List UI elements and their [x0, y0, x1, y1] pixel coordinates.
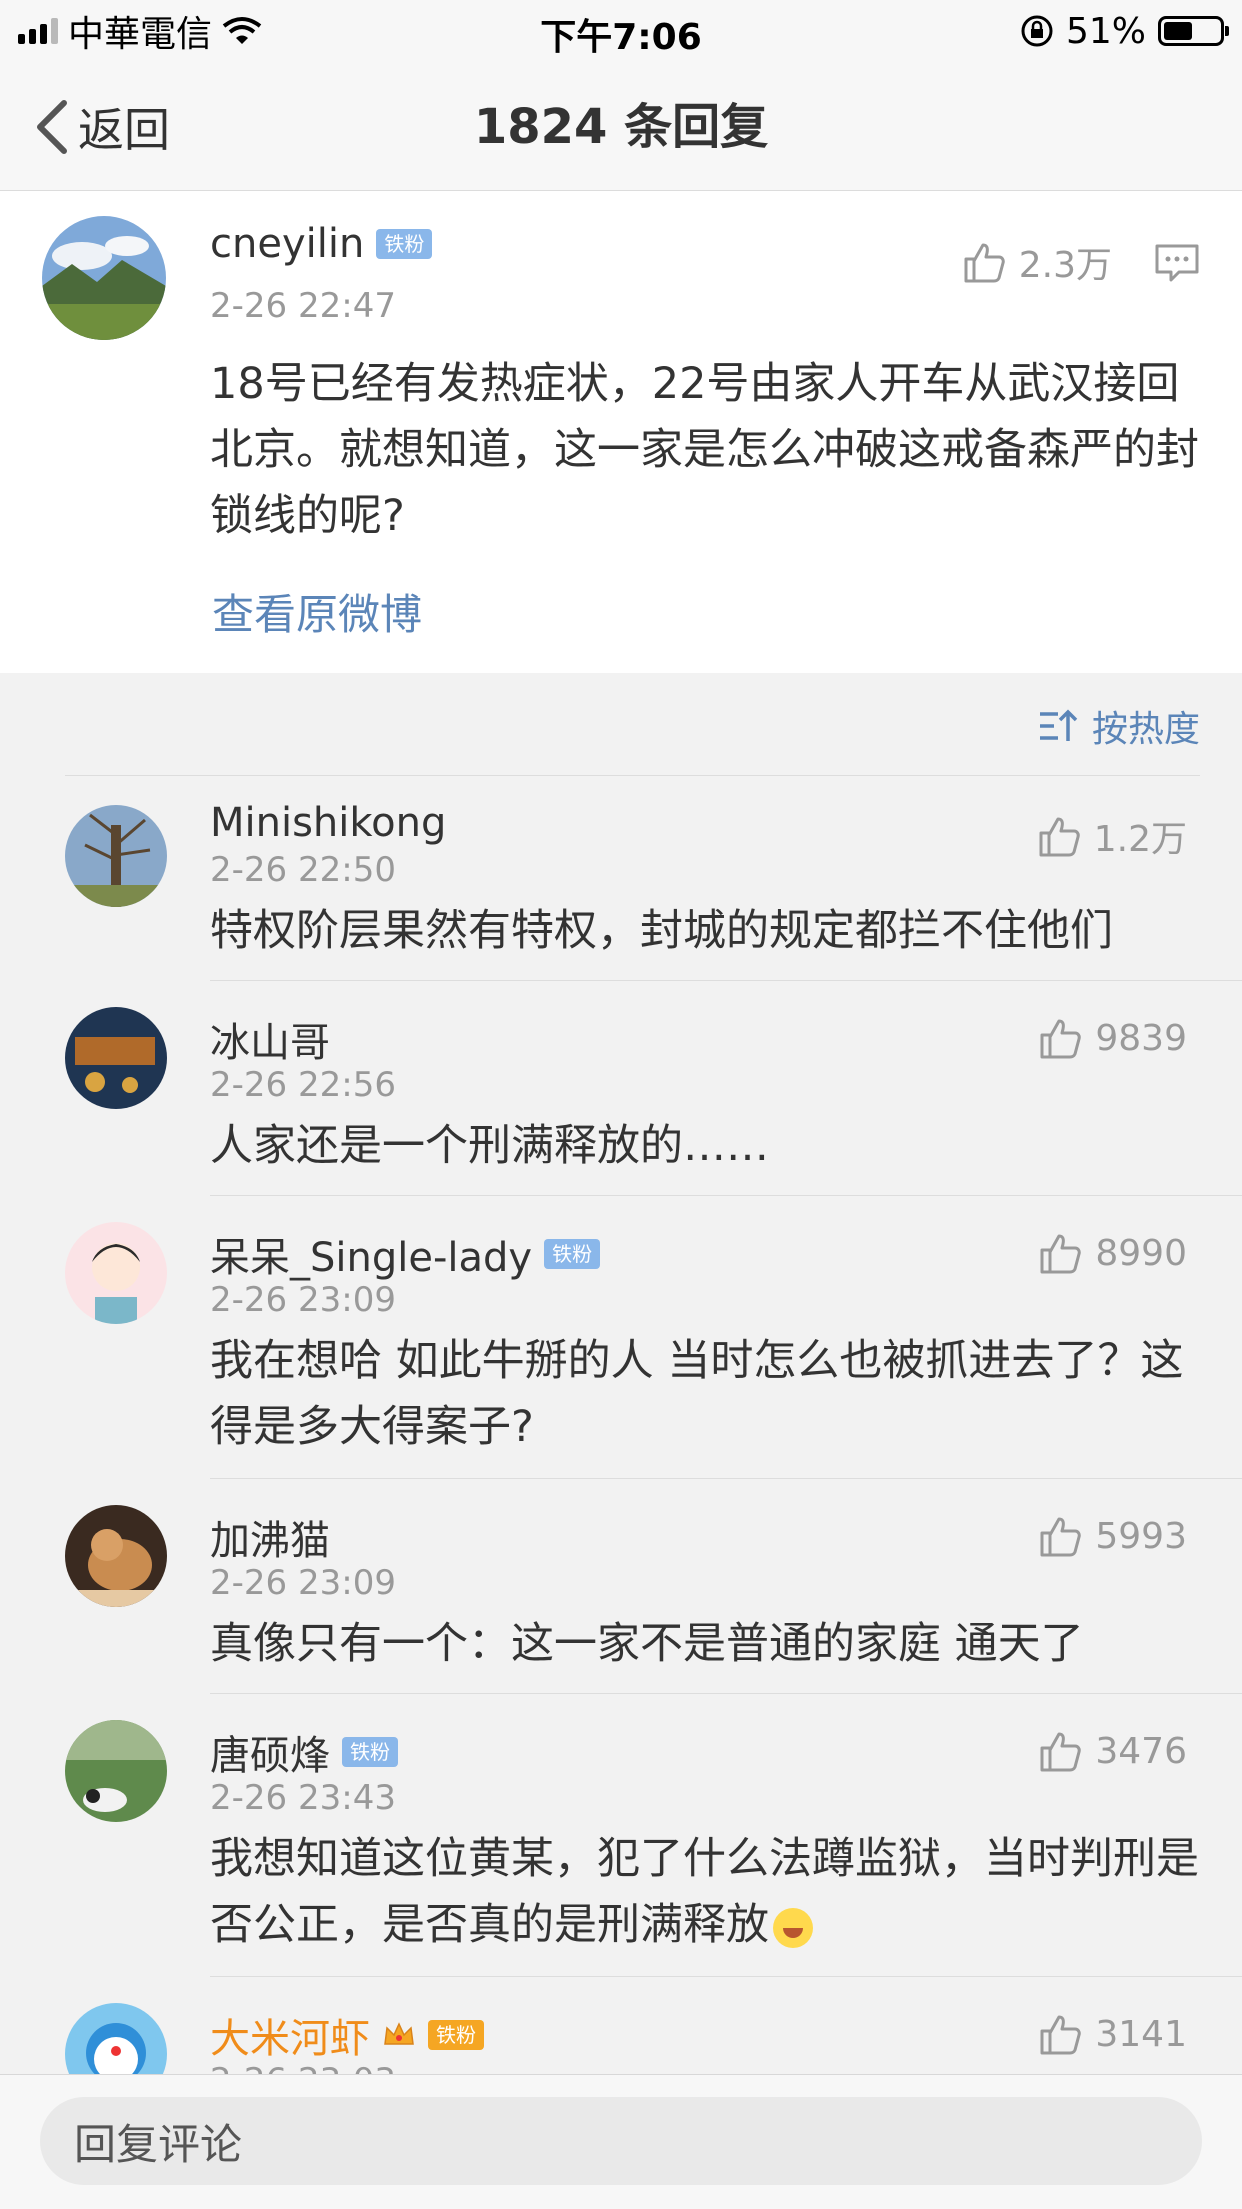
thumbs-up-icon [1040, 2015, 1082, 2055]
reply-input[interactable]: 回复评论 [40, 2097, 1202, 2185]
crown-icon [384, 2022, 414, 2045]
like-count: 1.2万 [1093, 819, 1187, 860]
view-original-link[interactable]: 查看原微博 [212, 581, 422, 642]
username-label: 唐硕烽 [210, 1733, 330, 1779]
timestamp: 2-26 22:56 [210, 1065, 396, 1105]
like-count: 2.3万 [1018, 245, 1112, 286]
like-button[interactable]: 5993 [1037, 1513, 1187, 1559]
username[interactable]: 冰山哥 [210, 1010, 330, 1068]
timestamp: 2-26 23:43 [210, 1778, 396, 1818]
avatar[interactable] [65, 1720, 167, 1822]
timestamp: 2-26 22:50 [210, 850, 396, 890]
avatar[interactable] [65, 805, 167, 907]
fan-badge: 铁粉 [342, 1737, 398, 1767]
like-button[interactable]: 2.3万 [961, 236, 1112, 288]
like-button[interactable]: 1.2万 [1036, 810, 1187, 862]
thumbs-up-icon [1040, 1732, 1082, 1772]
battery-percent: 51% [1065, 10, 1146, 52]
username-label: cneyilin [210, 221, 365, 267]
sort-icon [1039, 709, 1078, 741]
main-post: cneyilin 铁粉 2-26 22:47 2.3万 18号已经有发热症状，2… [0, 191, 1242, 673]
like-button[interactable]: 3476 [1037, 1728, 1187, 1774]
divider [210, 980, 1242, 981]
status-right: 51% [1020, 8, 1229, 54]
username[interactable]: Minishikong [210, 800, 446, 846]
like-button[interactable]: 9839 [1037, 1015, 1187, 1061]
divider [210, 1195, 1242, 1196]
like-count: 3141 [1095, 2013, 1187, 2055]
comment-text-body: 我想知道这位黄某，犯了什么法蹲监狱，当时判刑是否公正，是否真的是刑满释放 [210, 1834, 1199, 1950]
like-count: 8990 [1095, 1232, 1187, 1274]
username[interactable]: cneyilin 铁粉 [210, 221, 433, 267]
timestamp: 2-26 23:09 [210, 1563, 396, 1603]
username[interactable]: 唐硕烽 铁粉 [210, 1723, 398, 1781]
laughing-tears-emoji-icon [773, 1907, 813, 1948]
status-bar: 中華電信 下午7:06 51% [0, 0, 1242, 62]
post-text: 18号已经有发热症状，22号由家人开车从武汉接回北京。就想知道，这一家是怎么冲破… [210, 359, 1199, 541]
comment-icon[interactable] [1154, 243, 1200, 283]
sort-label: 按热度 [1091, 709, 1200, 750]
battery-icon [1158, 16, 1229, 46]
like-count: 5993 [1095, 1515, 1187, 1557]
sort-button[interactable]: 按热度 [1038, 700, 1200, 752]
page-title: 1824 条回复 [473, 99, 769, 155]
username-label: Minishikong [210, 800, 447, 846]
comment-text: 我在想哈 如此牛掰的人 当时怎么也被抓进去了？这得是多大得案子? [210, 1336, 1184, 1452]
comment-text: 人家还是一个刑满释放的…… [210, 1121, 769, 1171]
rotation-lock-icon [1021, 15, 1053, 47]
comment-text: 我想知道这位黄某，犯了什么法蹲监狱，当时判刑是否公正，是否真的是刑满释放 [210, 1826, 1210, 1958]
avatar[interactable] [65, 1007, 167, 1109]
thumbs-up-icon [964, 243, 1005, 283]
fan-badge: 铁粉 [428, 2020, 484, 2050]
thumbs-up-icon [1039, 817, 1080, 857]
comment-text: 真像只有一个：这一家不是普通的家庭 通天了 [210, 1619, 1084, 1669]
timestamp: 2-26 23:09 [210, 1280, 396, 1320]
avatar[interactable] [65, 1222, 167, 1324]
like-count: 3476 [1095, 1730, 1187, 1772]
username-label: 冰山哥 [210, 1020, 330, 1066]
fan-badge: 铁粉 [544, 1239, 601, 1269]
fan-badge: 铁粉 [376, 229, 433, 259]
avatar[interactable] [42, 216, 166, 340]
thumbs-up-icon [1040, 1019, 1082, 1059]
like-button[interactable]: 8990 [1037, 1230, 1187, 1276]
like-button[interactable]: 3141 [1037, 2011, 1187, 2057]
thumbs-up-icon [1040, 1234, 1082, 1274]
username[interactable]: 大米河虾 铁粉 [210, 2006, 484, 2064]
username-label: 呆呆_Single-lady [210, 1235, 533, 1281]
divider [210, 1976, 1242, 1977]
username[interactable]: 加沸猫 [210, 1508, 330, 1566]
avatar[interactable] [65, 1505, 167, 1607]
username-label: 加沸猫 [210, 1518, 330, 1564]
username-label: 大米河虾 [210, 2016, 370, 2062]
nav-bar: 返回 1824 条回复 [0, 62, 1242, 191]
timestamp: 2-26 22:47 [210, 286, 396, 326]
divider [65, 775, 1200, 776]
divider [210, 1693, 1242, 1694]
comment-text: 特权阶层果然有特权，封城的规定都拦不住他们 [210, 906, 1113, 956]
divider [210, 1478, 1242, 1479]
username[interactable]: 呆呆_Single-lady 铁粉 [210, 1225, 601, 1283]
reply-bar: 回复评论 [0, 2074, 1242, 2209]
like-count: 9839 [1095, 1017, 1187, 1059]
thumbs-up-icon [1040, 1517, 1082, 1557]
